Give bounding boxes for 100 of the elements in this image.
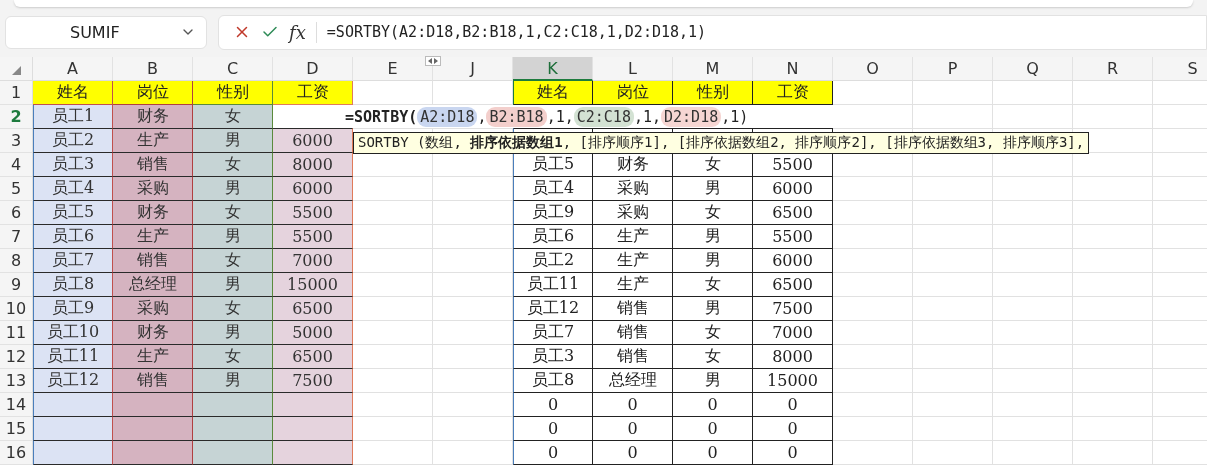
table-cell: 6500 xyxy=(753,273,833,297)
table-cell: 6000 xyxy=(753,249,833,273)
table-cell: 女 xyxy=(193,345,273,369)
table-cell: 6500 xyxy=(753,201,833,225)
table-cell: 财务 xyxy=(113,321,193,345)
table-cell: 女 xyxy=(673,273,753,297)
table-cell: 财务 xyxy=(113,201,193,225)
table-cell: 0 xyxy=(673,441,753,465)
select-all-icon[interactable] xyxy=(11,66,21,75)
row-header[interactable]: 13 xyxy=(0,369,33,393)
table-cell: 女 xyxy=(193,153,273,177)
table-cell: 女 xyxy=(193,201,273,225)
table-cell: 5500 xyxy=(753,225,833,249)
row-header[interactable]: 9 xyxy=(0,273,33,297)
table-cell: 销售 xyxy=(113,153,193,177)
formula-text: ,1) xyxy=(721,107,749,126)
table-cell: 生产 xyxy=(113,129,193,153)
column-header[interactable]: E xyxy=(353,57,433,81)
table-cell: 男 xyxy=(193,273,273,297)
row-header[interactable]: 16 xyxy=(0,441,33,465)
table-cell: 0 xyxy=(593,417,673,441)
table-cell: 0 xyxy=(593,441,673,465)
row-header[interactable]: 11 xyxy=(0,321,33,345)
table-cell: 女 xyxy=(193,297,273,321)
column-header[interactable]: R xyxy=(1073,57,1153,81)
table-cell: 员工8 xyxy=(33,273,113,297)
row-header[interactable]: 14 xyxy=(0,393,33,417)
column-header[interactable]: K xyxy=(513,57,593,81)
table-cell: 采购 xyxy=(113,177,193,201)
table-header-cell: 姓名 xyxy=(513,81,593,105)
column-header[interactable]: Q xyxy=(993,57,1073,81)
column-header[interactable]: J xyxy=(433,57,513,81)
row-header[interactable]: 5 xyxy=(0,177,33,201)
table-cell: 员工4 xyxy=(33,177,113,201)
table-cell: 0 xyxy=(753,393,833,417)
table-cell: 员工12 xyxy=(513,297,593,321)
table-cell: 员工3 xyxy=(33,153,113,177)
row-header[interactable]: 6 xyxy=(0,201,33,225)
table-cell: 7500 xyxy=(273,369,353,393)
function-label[interactable]: fx xyxy=(289,21,317,43)
row-header[interactable]: 2 xyxy=(0,105,33,129)
table-cell: 员工12 xyxy=(33,369,113,393)
column-header[interactable]: B xyxy=(113,57,193,81)
table-cell: 0 xyxy=(593,393,673,417)
table-cell: 员工2 xyxy=(33,129,113,153)
column-header[interactable]: S xyxy=(1153,57,1207,81)
table-cell: 员工7 xyxy=(33,249,113,273)
row-header[interactable]: 7 xyxy=(0,225,33,249)
table-cell: 生产 xyxy=(593,225,673,249)
table-cell: 采购 xyxy=(593,177,673,201)
row-header[interactable]: 1 xyxy=(0,81,33,105)
table-cell: 15000 xyxy=(753,369,833,393)
table-cell: 6000 xyxy=(273,177,353,201)
row-header[interactable]: 15 xyxy=(0,417,33,441)
row-header[interactable]: 3 xyxy=(0,129,33,153)
table-cell: 0 xyxy=(513,417,593,441)
table-cell: 员工2 xyxy=(513,249,593,273)
column-header[interactable]: C xyxy=(193,57,273,81)
table-cell: 8000 xyxy=(273,153,353,177)
cell-reference: C2:C18 xyxy=(573,106,634,127)
table-cell: 男 xyxy=(673,225,753,249)
table-cell: 男 xyxy=(673,177,753,201)
cell-editor[interactable]: =SORTBY( A2:D18 , B2:B18 ,1, C2:C18 ,1, D2:D18 ,1) xyxy=(273,105,835,128)
hidden-columns-icon[interactable] xyxy=(425,56,441,66)
table-cell: 6000 xyxy=(273,129,353,153)
table-cell: 男 xyxy=(193,225,273,249)
table-cell: 男 xyxy=(673,297,753,321)
table-cell: 生产 xyxy=(593,273,673,297)
column-header[interactable]: O xyxy=(833,57,913,81)
column-header[interactable]: P xyxy=(913,57,993,81)
table-cell: 销售 xyxy=(113,249,193,273)
table-cell: 销售 xyxy=(593,345,673,369)
table-cell: 员工6 xyxy=(513,225,593,249)
column-header[interactable]: A xyxy=(33,57,113,81)
row-header[interactable]: 12 xyxy=(0,345,33,369)
table-cell: 销售 xyxy=(593,297,673,321)
column-header[interactable]: M xyxy=(673,57,753,81)
table-cell: 5500 xyxy=(753,153,833,177)
table-cell: 员工8 xyxy=(513,369,593,393)
table-cell: 男 xyxy=(673,369,753,393)
row-header[interactable]: 4 xyxy=(0,153,33,177)
formula-bar[interactable]: fx =SORTBY(A2:D18,B2:B18,1,C2:C18,1,D2:D18,1) xyxy=(218,14,1207,50)
table-cell: 员工11 xyxy=(513,273,593,297)
column-header[interactable]: L xyxy=(593,57,673,81)
formula-text: ,1, xyxy=(633,107,662,126)
table-cell: 男 xyxy=(193,369,273,393)
table-cell: 0 xyxy=(513,393,593,417)
formula-text: , xyxy=(477,107,487,126)
formula-text: ,1, xyxy=(546,107,574,126)
row-header[interactable]: 8 xyxy=(0,249,33,273)
table-header-cell: 性别 xyxy=(673,81,753,105)
table-header-cell: 岗位 xyxy=(593,81,673,105)
table-cell: 女 xyxy=(673,201,753,225)
table-header-cell: 性别 xyxy=(193,81,273,105)
column-header[interactable]: N xyxy=(753,57,833,81)
table-cell: 8000 xyxy=(753,345,833,369)
table-cell: 6500 xyxy=(273,345,353,369)
name-box[interactable]: SUMIF xyxy=(5,15,207,49)
row-header[interactable]: 10 xyxy=(0,297,33,321)
column-header[interactable]: D xyxy=(273,57,353,81)
